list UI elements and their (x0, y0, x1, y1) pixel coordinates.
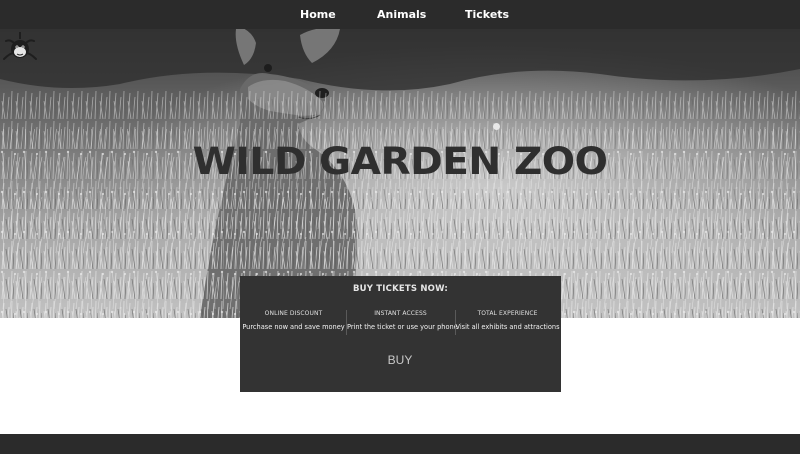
feature-description: Print the ticket or use your phone (347, 323, 458, 331)
feature-instant-access: INSTANT ACCESS Print the ticket or use y… (347, 310, 458, 331)
page: Home Animals Tickets WILD GARDEN ZOO BUY… (0, 0, 800, 454)
decorative-dot (493, 123, 500, 130)
hero-section: WILD GARDEN ZOO (0, 29, 800, 318)
tickets-panel: BUY TICKETS NOW: ONLINE DISCOUNT Purchas… (240, 276, 561, 392)
feature-total-experience: TOTAL EXPERIENCE Visit all exhibits and … (454, 310, 561, 331)
feature-description: Visit all exhibits and attractions (455, 323, 560, 331)
feature-online-discount: ONLINE DISCOUNT Purchase now and save mo… (240, 310, 347, 331)
nav-link-home[interactable]: Home (300, 0, 336, 29)
zoo-monkey-logo-icon (3, 32, 37, 60)
feature-description: Purchase now and save money (242, 323, 345, 331)
footer (0, 434, 800, 454)
nav-link-animals[interactable]: Animals (377, 0, 426, 29)
nav-link-tickets[interactable]: Tickets (465, 0, 509, 29)
feature-title: TOTAL EXPERIENCE (477, 310, 538, 317)
feature-title: ONLINE DISCOUNT (264, 310, 323, 317)
tickets-heading: BUY TICKETS NOW: (352, 284, 449, 294)
feature-title: INSTANT ACCESS (374, 310, 427, 317)
buy-button[interactable]: BUY (370, 350, 430, 370)
hero-title: WILD GARDEN ZOO (192, 140, 608, 183)
top-navigation: Home Animals Tickets (0, 0, 800, 29)
